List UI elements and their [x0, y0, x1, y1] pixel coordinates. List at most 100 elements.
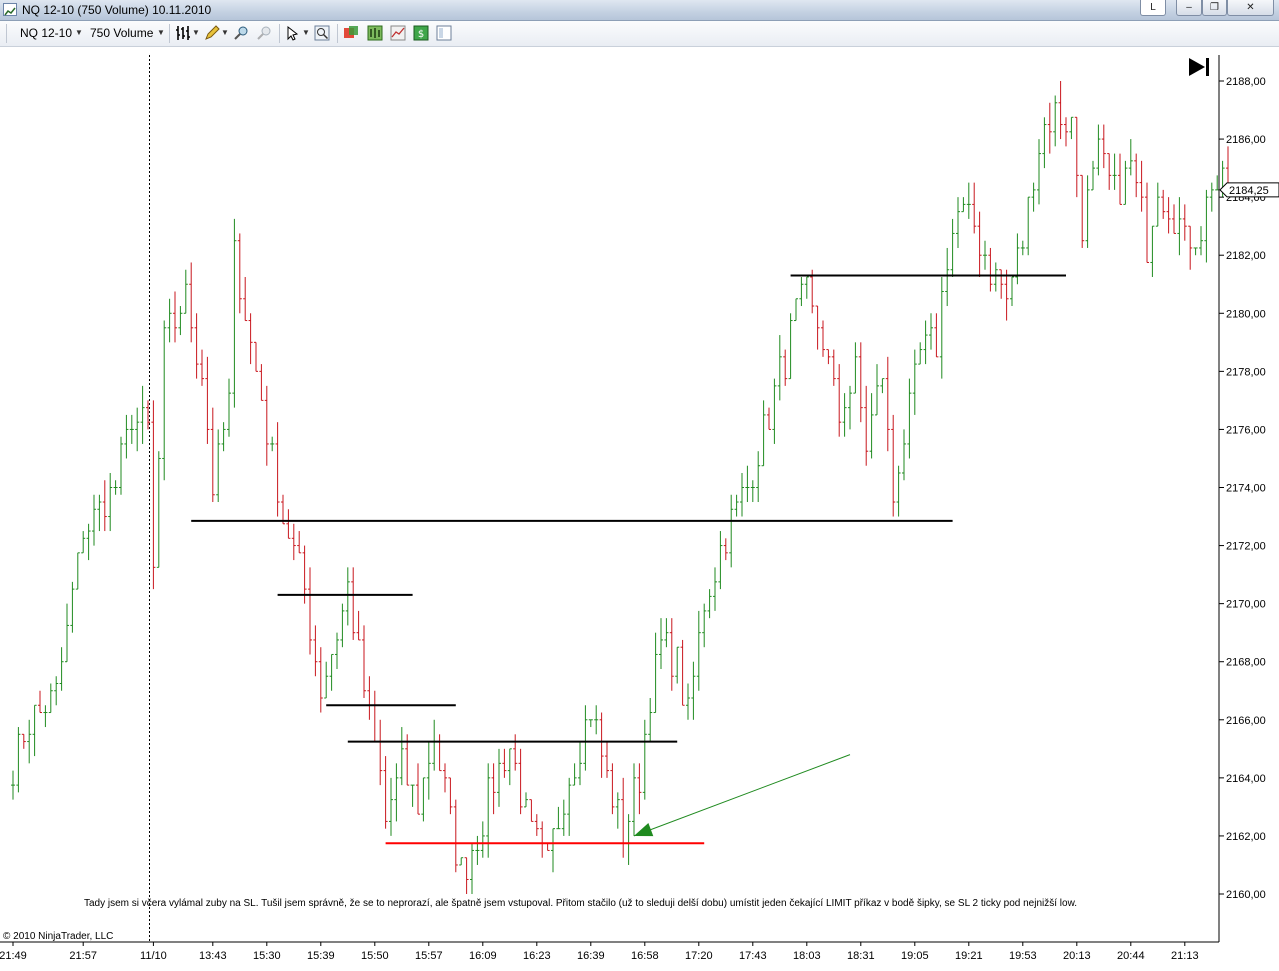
price-chart[interactable]: 2160,00 2162,00 2164,00 2166,00 2168,00 2170,… [0, 47, 1279, 971]
price-bar [556, 806, 561, 830]
price-bar [59, 647, 64, 691]
period-dropdown-icon[interactable]: ▼ [157, 28, 165, 37]
panels-icon[interactable] [436, 25, 452, 41]
chart-area[interactable]: 2160,00 2162,00 2164,00 2166,00 2168,00 2170,… [0, 47, 1279, 971]
price-bar [669, 618, 674, 691]
price-tick-label: 2180,00 [1226, 308, 1266, 320]
price-bar [713, 567, 717, 611]
svg-text:$: $ [418, 29, 424, 40]
zoom-in-icon[interactable] [233, 25, 249, 41]
price-tick-label: 2166,00 [1226, 715, 1266, 727]
price-tick-label: 2176,00 [1226, 424, 1266, 436]
zoom-out-icon[interactable] [256, 25, 272, 41]
price-bar [869, 393, 874, 459]
price-bar [1058, 81, 1063, 140]
price-bar [891, 414, 896, 517]
price-bar [11, 770, 15, 800]
bar-style-icon[interactable] [175, 25, 191, 41]
price-bar [907, 378, 912, 459]
price-bar [972, 182, 977, 234]
scroll-to-end-bar [1206, 58, 1209, 76]
price-bar [410, 784, 415, 807]
time-tick-label: 16:39 [577, 950, 605, 962]
price-bar [453, 799, 458, 873]
time-tick-label: 19:05 [901, 950, 929, 962]
link-button[interactable]: L [1140, 0, 1166, 16]
price-bar [929, 313, 933, 350]
price-bar [1064, 117, 1068, 147]
price-bar [729, 494, 734, 568]
price-bar [945, 247, 950, 307]
restore-button[interactable]: ❐ [1202, 0, 1227, 16]
price-tick-label: 2162,00 [1226, 831, 1266, 843]
scroll-to-end-icon[interactable] [1189, 58, 1209, 76]
time-tick-label: 15:50 [361, 950, 389, 962]
price-bar [1107, 153, 1112, 190]
price-bar [32, 704, 37, 757]
price-bar [858, 342, 863, 423]
price-bar [491, 763, 496, 815]
price-tick-label: 2164,00 [1226, 773, 1266, 785]
toolbar-separator [279, 24, 280, 43]
cursor-dropdown-icon[interactable]: ▼ [302, 28, 310, 37]
price-bar [389, 777, 393, 836]
price-bar [102, 480, 107, 532]
minimize-button[interactable]: – [1176, 0, 1202, 16]
chart-properties-icon[interactable] [367, 25, 383, 41]
price-tick-label: 2172,00 [1226, 541, 1266, 553]
price-bar [264, 385, 269, 466]
price-bar [675, 646, 680, 684]
toolbar-separator [337, 24, 338, 43]
indicators-icon[interactable] [390, 25, 406, 41]
draw-dropdown-icon[interactable]: ▼ [221, 28, 229, 37]
time-tick-label: 18:03 [793, 950, 821, 962]
strategies-icon[interactable]: $ [413, 25, 429, 41]
price-bar [65, 603, 69, 663]
magnifier-icon[interactable] [314, 25, 330, 41]
price-bar [1123, 160, 1128, 205]
price-bar [1080, 174, 1085, 248]
price-bar [27, 719, 32, 764]
price-bar [1182, 204, 1187, 241]
price-bar [880, 378, 885, 394]
price-bar [1096, 124, 1101, 176]
price-bar [621, 777, 626, 858]
price-bar [1010, 276, 1014, 307]
price-bar [183, 269, 188, 314]
price-bar [275, 422, 280, 517]
price-bar [1166, 197, 1171, 234]
price-bar [794, 298, 798, 322]
bar-style-dropdown-icon[interactable]: ▼ [192, 28, 200, 37]
price-bar [723, 538, 728, 561]
time-axis-group: 21:49 21:57 11/10 13:43 15:30 15:39 15:50 15:57… [0, 941, 1219, 962]
price-bar [1047, 102, 1052, 154]
price-bar [567, 777, 572, 836]
instrument-dropdown-icon[interactable]: ▼ [75, 28, 83, 37]
price-bar [756, 451, 761, 503]
pencil-draw-icon[interactable] [204, 25, 220, 41]
price-bar [291, 523, 296, 561]
time-tick-label: 13:43 [199, 950, 227, 962]
price-bar [1128, 139, 1133, 176]
instrument-selector[interactable]: NQ 12-10 [20, 26, 72, 40]
app-icon [3, 3, 17, 16]
period-selector[interactable]: 750 Volume [90, 26, 153, 40]
price-bar [259, 364, 264, 401]
price-bar [119, 436, 123, 495]
cursor-icon[interactable] [285, 25, 301, 41]
price-bar [740, 472, 744, 517]
close-button[interactable]: ✕ [1227, 0, 1274, 16]
price-bar [113, 480, 118, 495]
data-box-icon[interactable] [343, 25, 359, 41]
price-bar [680, 639, 685, 706]
price-tick-label: 2188,00 [1226, 76, 1266, 88]
price-bar [270, 436, 275, 452]
price-bar [529, 799, 534, 822]
price-bar [140, 385, 145, 444]
price-bar [923, 320, 928, 365]
price-bar [988, 247, 993, 292]
price-bar [626, 814, 631, 865]
price-bar [966, 182, 971, 219]
price-bar [718, 531, 723, 590]
price-bar [1026, 196, 1031, 256]
